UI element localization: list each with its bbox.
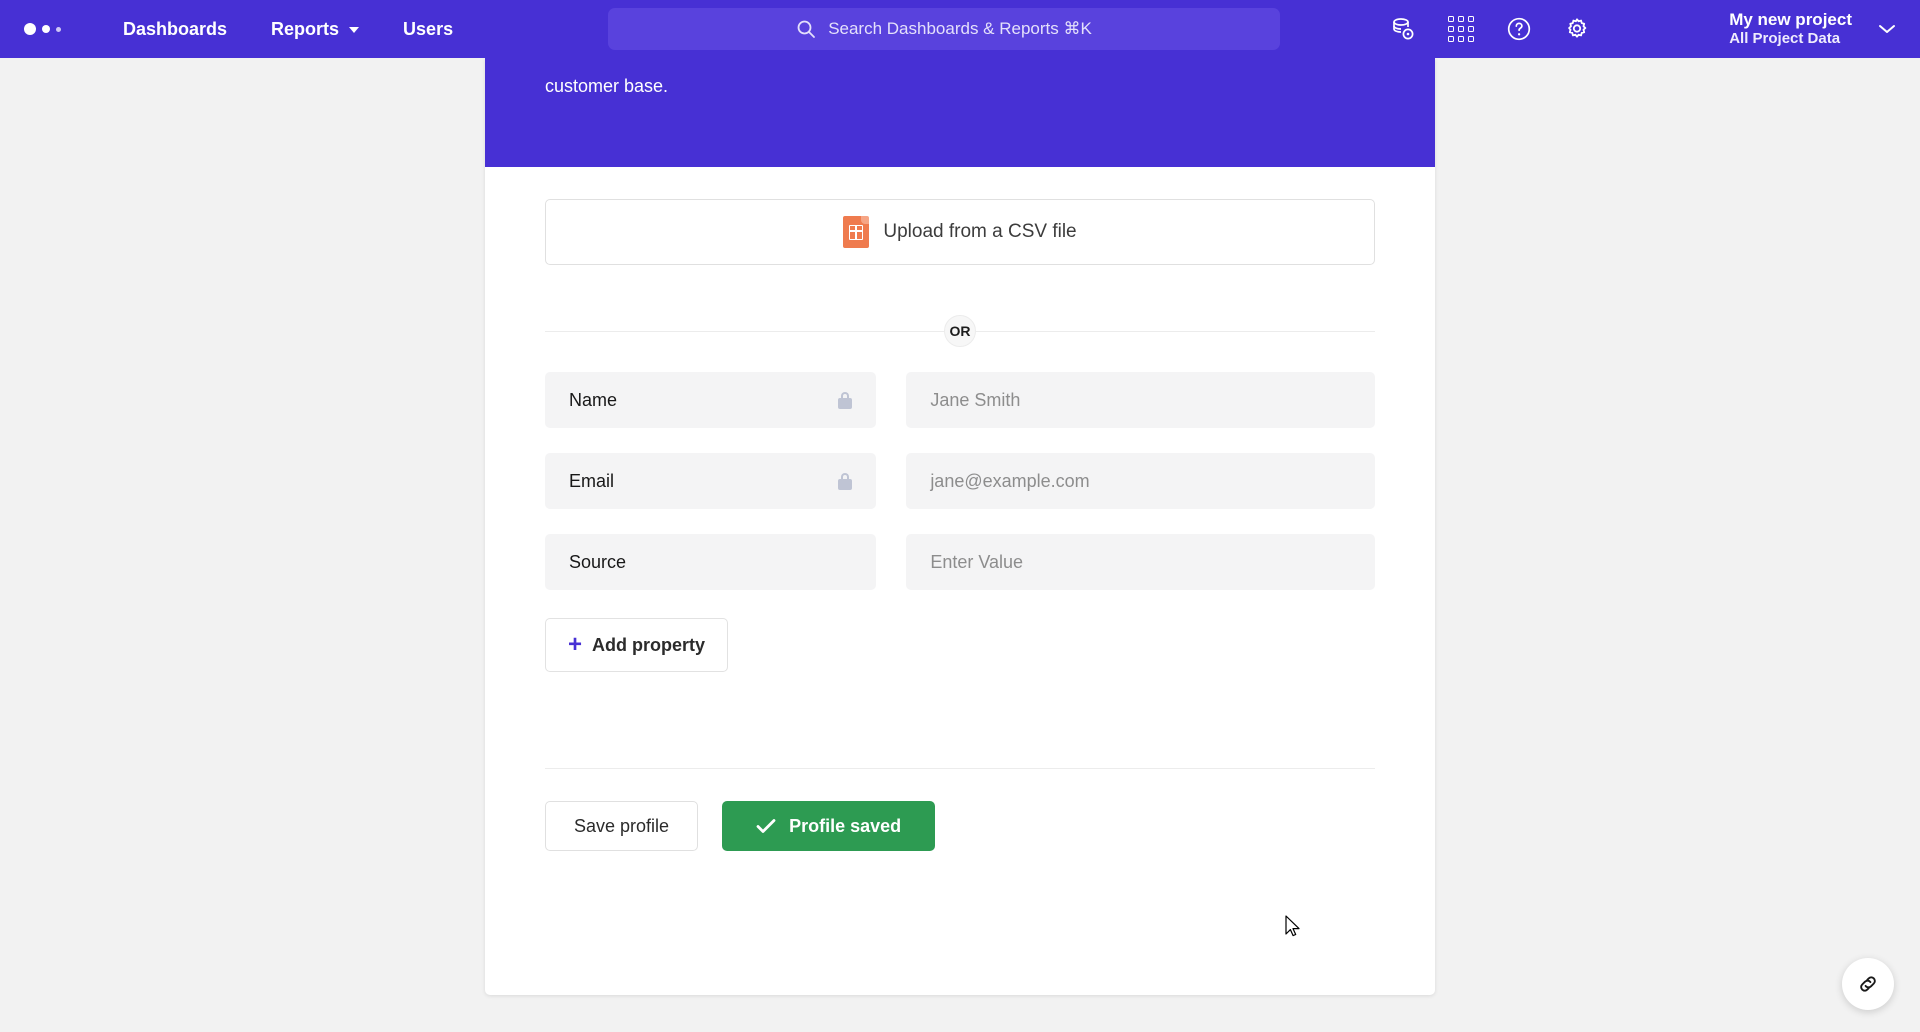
divider-line-right (976, 330, 1375, 332)
property-key-source[interactable]: Source (545, 534, 877, 590)
project-subtitle: All Project Data (1729, 30, 1841, 48)
or-divider: OR (545, 315, 1375, 347)
grid-cell (1448, 26, 1454, 32)
three-dots-logo[interactable] (24, 23, 61, 35)
card-banner: customer base. (485, 58, 1435, 167)
help-circle-icon[interactable] (1506, 16, 1532, 42)
add-property-button[interactable]: + Add property (545, 618, 729, 672)
grid-cell (1468, 36, 1474, 42)
nav-item-reports-label: Reports (271, 18, 340, 39)
plus-icon: + (568, 631, 583, 658)
add-property-label: Add property (592, 634, 706, 655)
banner-text: customer base. (545, 76, 669, 96)
property-value-name-input[interactable]: Jane Smith (906, 372, 1375, 428)
card-body: Upload from a CSV file OR Name Jane Smit… (485, 167, 1435, 851)
grid-cell (1458, 26, 1464, 32)
nav-item-dashboards[interactable]: Dashboards (101, 0, 249, 58)
search-placeholder: Search Dashboards & Reports ⌘K (828, 19, 1092, 38)
divider-line-left (545, 330, 944, 332)
property-row: Source Enter Value (545, 534, 1375, 590)
database-settings-icon[interactable] (1390, 16, 1416, 42)
property-value-source-placeholder: Enter Value (930, 551, 1024, 572)
profile-editor-card: customer base. Upload from a CSV file OR… (485, 58, 1435, 995)
chevron-down-icon (349, 27, 360, 33)
footer-divider (545, 768, 1375, 769)
property-key-source-label: Source (569, 551, 627, 572)
nav-item-dashboards-label: Dashboards (123, 18, 228, 39)
upload-csv-dropzone[interactable]: Upload from a CSV file (545, 199, 1375, 265)
logo-dot-small (56, 26, 61, 32)
grid-cell (1448, 16, 1454, 22)
grid-cell (1458, 16, 1464, 22)
property-value-email-placeholder: jane@example.com (930, 470, 1090, 491)
property-key-name-label: Name (569, 389, 618, 410)
logo-dot-medium (42, 25, 50, 33)
property-key-email-label: Email (569, 470, 615, 491)
project-name: My new project (1729, 10, 1852, 29)
grid-cell (1468, 16, 1474, 22)
lock-icon (838, 391, 853, 409)
property-value-name-placeholder: Jane Smith (930, 389, 1021, 410)
nav-item-users-label: Users (403, 18, 454, 39)
check-icon (756, 819, 776, 833)
save-profile-label: Save profile (574, 815, 670, 836)
link-chain-icon (1860, 976, 1876, 992)
logo-dot-large (24, 23, 36, 35)
search-input[interactable]: Search Dashboards & Reports ⌘K (608, 8, 1280, 50)
or-badge: OR (944, 315, 976, 347)
grid-cell (1458, 36, 1464, 42)
grid-cell (1468, 26, 1474, 32)
header-icon-group (1390, 0, 1590, 58)
project-selector[interactable]: My new project All Project Data (1729, 0, 1896, 58)
footer-actions: Save profile Profile saved (545, 801, 1375, 851)
csv-file-icon (843, 216, 870, 248)
top-navigation-bar: Dashboards Reports Users Search Dashboar… (0, 0, 1920, 58)
apps-grid-icon[interactable] (1448, 16, 1474, 42)
profile-saved-button[interactable]: Profile saved (722, 801, 936, 851)
grid-cell (1448, 36, 1454, 42)
attach-link-fab[interactable] (1842, 958, 1894, 1010)
upload-csv-label: Upload from a CSV file (883, 221, 1077, 242)
property-row: Email jane@example.com (545, 453, 1375, 509)
nav-item-reports[interactable]: Reports (249, 0, 381, 58)
nav-item-users[interactable]: Users (381, 0, 475, 58)
search-icon (797, 20, 816, 38)
profile-saved-label: Profile saved (789, 815, 902, 836)
property-key-name[interactable]: Name (545, 372, 877, 428)
lock-icon (838, 472, 853, 490)
property-value-source-input[interactable]: Enter Value (906, 534, 1375, 590)
property-key-email[interactable]: Email (545, 453, 877, 509)
gear-icon[interactable] (1564, 16, 1590, 42)
save-profile-button[interactable]: Save profile (545, 801, 699, 851)
chevron-down-icon (1879, 25, 1895, 33)
property-value-email-input[interactable]: jane@example.com (906, 453, 1375, 509)
property-row: Name Jane Smith (545, 372, 1375, 428)
